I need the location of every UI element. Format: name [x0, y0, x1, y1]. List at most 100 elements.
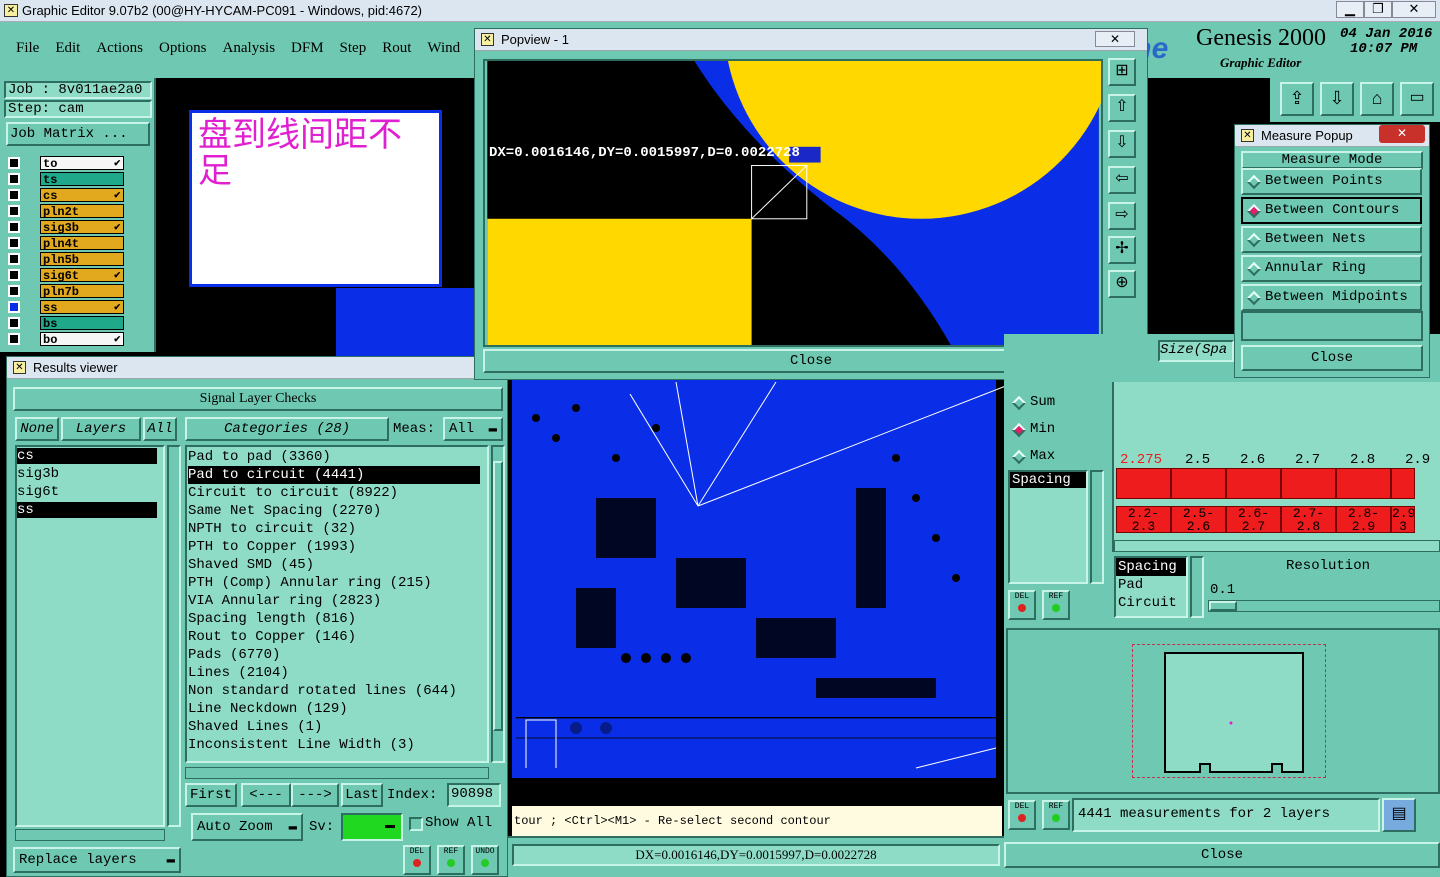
layer-name[interactable]: pln4t [40, 236, 124, 251]
category-item[interactable]: Spacing length (816) [188, 610, 356, 628]
menu-actions[interactable]: Actions [96, 40, 143, 56]
layer-row[interactable]: pln2t [6, 204, 124, 219]
zoom-fit-icon[interactable]: ✢ [1108, 236, 1136, 264]
close-window-button[interactable]: ✕ [1392, 1, 1436, 18]
measure-popup-close-button[interactable]: Close [1241, 345, 1423, 371]
layer-name[interactable]: sig6t ✔ [40, 268, 124, 283]
preview-ref-button[interactable]: REF [1042, 800, 1070, 830]
job-matrix-button[interactable]: Job Matrix ... [6, 122, 150, 146]
none-button[interactable]: None [15, 417, 59, 441]
histogram-range-label[interactable]: 2.8- 2.9 [1336, 506, 1391, 533]
layer-checkbox[interactable] [8, 317, 20, 329]
layer-checkbox[interactable] [8, 333, 20, 345]
layer-checkbox[interactable] [8, 157, 20, 169]
spacing-list-item[interactable]: Spacing [1010, 472, 1086, 488]
measure-mode-option[interactable]: Between Contours [1241, 197, 1422, 224]
auto-zoom-dropdown[interactable]: Auto Zoom ▬ [191, 813, 303, 841]
layer-checkbox[interactable] [8, 269, 20, 281]
layers-hscroll[interactable] [15, 829, 165, 841]
hist-hscroll[interactable] [1114, 540, 1440, 552]
layer-row[interactable]: pln7b [6, 284, 124, 299]
menu-step[interactable]: Step [340, 40, 367, 56]
next-button[interactable]: ---> [291, 783, 339, 807]
type-scrollbar[interactable] [1190, 556, 1204, 618]
layer-name[interactable]: to ✔ [40, 156, 124, 171]
spacing-list-scrollbar[interactable] [1090, 470, 1104, 584]
category-item[interactable]: Rout to Copper (146) [188, 628, 356, 646]
measure-mode-option[interactable]: Annular Ring [1241, 255, 1422, 282]
pan-right-icon[interactable]: ⇨ [1108, 202, 1136, 230]
spacing-list[interactable]: Spacing [1008, 470, 1088, 584]
layer-checkbox[interactable] [8, 301, 20, 313]
measure-mode-option[interactable]: Between Midpoints [1241, 284, 1422, 311]
measure-popup-close-x[interactable]: ✕ [1379, 125, 1425, 143]
layer-row[interactable]: ss ✔ [6, 300, 124, 315]
layer-name[interactable]: ss ✔ [40, 300, 124, 315]
type-listbox[interactable]: Spacing Pad Circuit [1114, 556, 1188, 618]
histogram-bar[interactable] [1171, 468, 1226, 499]
category-item[interactable]: Pad to pad (3360) [188, 448, 331, 466]
menu-dfm[interactable]: DFM [291, 40, 324, 56]
layer-row[interactable]: bo ✔ [6, 332, 124, 347]
layer-checkbox[interactable] [8, 253, 20, 265]
popview-canvas[interactable] [483, 59, 1103, 347]
zoom-in-icon[interactable]: ⊞ [1108, 58, 1136, 86]
index-field[interactable]: 90898 [447, 783, 501, 807]
histogram-bar[interactable] [1116, 468, 1171, 499]
results-layer-item[interactable]: sig3b [17, 466, 157, 482]
results-layer-item[interactable]: cs [17, 448, 157, 464]
stats-close-button[interactable]: Close [1004, 842, 1440, 868]
layer-name[interactable]: cs ✔ [40, 188, 124, 203]
layers-button[interactable]: Layers [61, 417, 141, 441]
resolution-slider-thumb[interactable] [1209, 601, 1237, 611]
layer-row[interactable]: sig6t ✔ [6, 268, 124, 283]
categories-scrollbar[interactable] [491, 445, 505, 763]
histogram-bar[interactable] [1336, 468, 1391, 499]
layer-row[interactable]: to ✔ [6, 156, 124, 171]
results-layer-item[interactable]: ss [17, 502, 157, 518]
last-button[interactable]: Last [341, 783, 383, 807]
ref-button[interactable]: REF [437, 845, 465, 875]
histogram-bar[interactable] [1391, 468, 1415, 499]
category-item[interactable]: Pads (6770) [188, 646, 280, 664]
histogram-range-label[interactable]: 2.9- 3 [1391, 506, 1415, 533]
popview-close-x[interactable]: ✕ [1095, 31, 1135, 47]
window-icon[interactable]: ▭ [1400, 82, 1434, 116]
histogram-range-label[interactable]: 2.5- 2.6 [1171, 506, 1226, 533]
show-all-checkbox[interactable] [409, 817, 423, 831]
measure-mode-option[interactable]: Between Nets [1241, 226, 1422, 253]
meas-dropdown[interactable]: All ▬ [443, 417, 503, 441]
pan-down-icon[interactable]: ⇩ [1108, 130, 1136, 158]
menu-options[interactable]: Options [159, 40, 207, 56]
layer-name[interactable]: ts [40, 172, 124, 187]
layer-checkbox[interactable] [8, 205, 20, 217]
menu-window[interactable]: Wind [427, 40, 460, 56]
layer-name[interactable]: pln7b [40, 284, 124, 299]
category-item[interactable]: PTH to Copper (1993) [188, 538, 356, 556]
report-icon[interactable]: ▤ [1382, 798, 1416, 832]
category-item[interactable]: PTH (Comp) Annular ring (215) [188, 574, 432, 592]
pan-left-icon[interactable]: ⇦ [1108, 166, 1136, 194]
resolution-slider[interactable] [1208, 600, 1440, 612]
menu-edit[interactable]: Edit [55, 40, 80, 56]
stats-radio-max[interactable]: Max [1010, 448, 1100, 468]
category-item[interactable]: Line Neckdown (129) [188, 700, 348, 718]
category-item[interactable]: Non standard rotated lines (644) [188, 682, 457, 700]
menu-file[interactable]: File [16, 40, 39, 56]
all-layers-button[interactable]: All [143, 417, 177, 441]
category-item[interactable]: Pad to circuit (4441) [188, 466, 480, 484]
category-item[interactable]: Lines (2104) [188, 664, 289, 682]
sv-color-dropdown[interactable]: ▬ [341, 813, 403, 841]
scroll-thumb[interactable] [493, 461, 503, 731]
layer-checkbox[interactable] [8, 221, 20, 233]
layer-name[interactable]: sig3b ✔ [40, 220, 124, 235]
minimize-button[interactable]: ▁ [1336, 1, 1364, 18]
results-layer-item[interactable]: sig6t [17, 484, 157, 500]
first-button[interactable]: First [185, 783, 237, 807]
layer-name[interactable]: pln2t [40, 204, 124, 219]
category-item[interactable]: Same Net Spacing (2270) [188, 502, 381, 520]
category-item[interactable]: Inconsistent Line Width (3) [188, 736, 415, 754]
layer-checkbox[interactable] [8, 237, 20, 249]
category-item[interactable]: Circuit to circuit (8922) [188, 484, 398, 502]
preview-del-button[interactable]: DEL [1008, 800, 1036, 830]
